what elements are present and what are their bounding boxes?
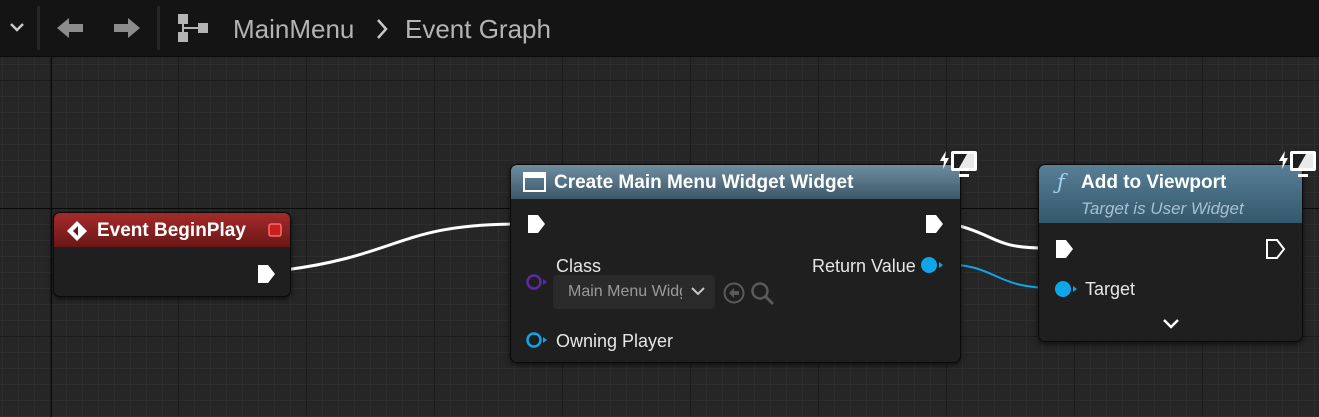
function-icon: ƒ xyxy=(1057,170,1065,194)
add-to-viewport-node[interactable]: ƒ Add to Viewport Target is User Widget … xyxy=(1038,151,1316,342)
exec-output-pin[interactable] xyxy=(256,263,278,285)
chevron-down-icon xyxy=(691,287,705,296)
event-beginplay-node[interactable]: Event BeginPlay xyxy=(53,212,291,297)
node-title: Create Main Menu Widget Widget xyxy=(554,172,854,193)
expand-advanced-chevron-icon[interactable] xyxy=(1161,317,1181,331)
return-value-output-pin[interactable] xyxy=(919,255,945,275)
exec-output-pin[interactable] xyxy=(1265,238,1287,260)
owning-player-input-pin[interactable] xyxy=(525,331,549,349)
owning-player-pin-label: Owning Player xyxy=(556,331,674,351)
node-title: Add to Viewport xyxy=(1081,172,1227,193)
browse-asset-search-icon[interactable] xyxy=(750,281,776,307)
event-diamond-icon xyxy=(67,221,87,241)
class-select-value: Main Menu Widget xyxy=(568,283,682,300)
create-widget-node[interactable]: Create Main Menu Widget Widget Class Ret… xyxy=(510,151,977,363)
delegate-pin-icon[interactable] xyxy=(268,223,282,237)
exec-input-pin[interactable] xyxy=(1054,238,1076,260)
return-value-pin-label: Return Value xyxy=(812,256,916,276)
exec-output-pin[interactable] xyxy=(924,213,946,235)
exec-wire-beginplay-to-create xyxy=(284,222,519,272)
client-monitor-icon xyxy=(940,151,977,177)
exec-input-pin[interactable] xyxy=(526,213,548,235)
class-select-dropdown[interactable]: Main Menu Widget xyxy=(553,275,715,309)
client-monitor-icon xyxy=(1279,151,1316,177)
event-beginplay-header: Event BeginPlay xyxy=(54,213,290,247)
target-pin-label: Target xyxy=(1085,279,1136,299)
target-input-pin[interactable] xyxy=(1053,279,1079,299)
node-title: Event BeginPlay xyxy=(97,220,246,241)
create-widget-header: Create Main Menu Widget Widget xyxy=(511,165,960,199)
widget-window-icon xyxy=(523,172,546,192)
class-input-pin[interactable] xyxy=(525,273,549,291)
use-selected-asset-icon[interactable] xyxy=(722,281,746,305)
add-to-viewport-header: ƒ Add to Viewport Target is User Widget xyxy=(1039,165,1302,223)
class-pin-label: Class xyxy=(556,256,602,276)
node-subtitle: Target is User Widget xyxy=(1081,199,1244,218)
exec-wire-create-to-viewport xyxy=(947,221,1047,250)
